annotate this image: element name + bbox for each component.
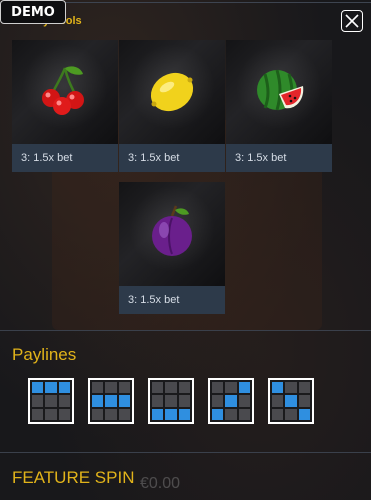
section-divider [0,330,371,331]
payline-cell [225,408,237,420]
payline-cell-active [212,408,224,420]
payline-cell [178,395,190,407]
payline-cell [92,408,104,420]
payline-cell [238,395,250,407]
payout-label: 3: 1.5x bet [226,144,332,172]
payline-diagram-3 [148,378,194,424]
payline-cell [32,395,44,407]
demo-badge: DEMO [0,0,66,24]
cherry-icon [42,66,84,115]
payline-cell [165,395,177,407]
payline-cell-active [285,395,297,407]
payline-cell [272,395,284,407]
background-amount: €0.00 [140,475,181,492]
symbol-card-cherry: 3: 1.5x bet [12,40,118,172]
payline-cell-active [152,408,164,420]
symbol-art [12,40,118,144]
feature-spin-title: FEATURE SPIN [12,468,135,487]
payline-cell [238,408,250,420]
lemon-icon [150,72,194,112]
payline-cell-active [165,408,177,420]
payline-cell [178,382,190,394]
payline-cell-active [92,395,104,407]
payline-cell [212,395,224,407]
payline-cell [298,382,310,394]
payline-cell [58,408,70,420]
section-divider [0,452,371,453]
payline-cell [165,382,177,394]
payline-cell [272,408,284,420]
payline-diagram-4 [208,378,254,424]
payline-cell-active [58,382,70,394]
payline-cell [225,382,237,394]
symbol-card-plum: 3: 1.5x bet [119,182,225,314]
payline-cell [45,408,57,420]
symbol-art [119,182,225,286]
payline-cell-active [272,382,284,394]
payline-cell [105,382,117,394]
payline-cell-active [118,395,130,407]
payline-diagram-1 [28,378,74,424]
payline-cell [105,408,117,420]
payline-cell [58,395,70,407]
payline-cell [212,382,224,394]
payline-cell [45,395,57,407]
symbol-card-lemon: 3: 1.5x bet [119,40,225,172]
payline-cell [298,395,310,407]
payline-diagram-2 [88,378,134,424]
payline-cell-active [238,382,250,394]
payline-cell [118,408,130,420]
payline-cell [152,395,164,407]
payout-label: 3: 1.5x bet [119,286,225,314]
payline-cell [285,382,297,394]
payline-cell-active [32,382,44,394]
payline-cell-active [178,408,190,420]
payout-label: 3: 1.5x bet [119,144,225,172]
payline-cell [152,382,164,394]
payline-cell [285,408,297,420]
symbol-card-watermelon: 3: 1.5x bet [226,40,332,172]
close-icon [345,14,359,28]
payline-cell-active [45,382,57,394]
payline-cell-active [298,408,310,420]
symbol-art [119,40,225,144]
close-button[interactable] [341,10,363,32]
payout-label: 3: 1.5x bet [12,144,118,172]
paylines-title: Paylines [12,345,77,364]
plum-icon [152,205,192,256]
payline-cell-active [225,395,237,407]
payline-cell [118,382,130,394]
watermelon-icon [257,69,304,111]
payline-cell-active [105,395,117,407]
payline-cell [32,408,44,420]
symbol-art [226,40,332,144]
payline-diagram-5 [268,378,314,424]
payline-cell [92,382,104,394]
